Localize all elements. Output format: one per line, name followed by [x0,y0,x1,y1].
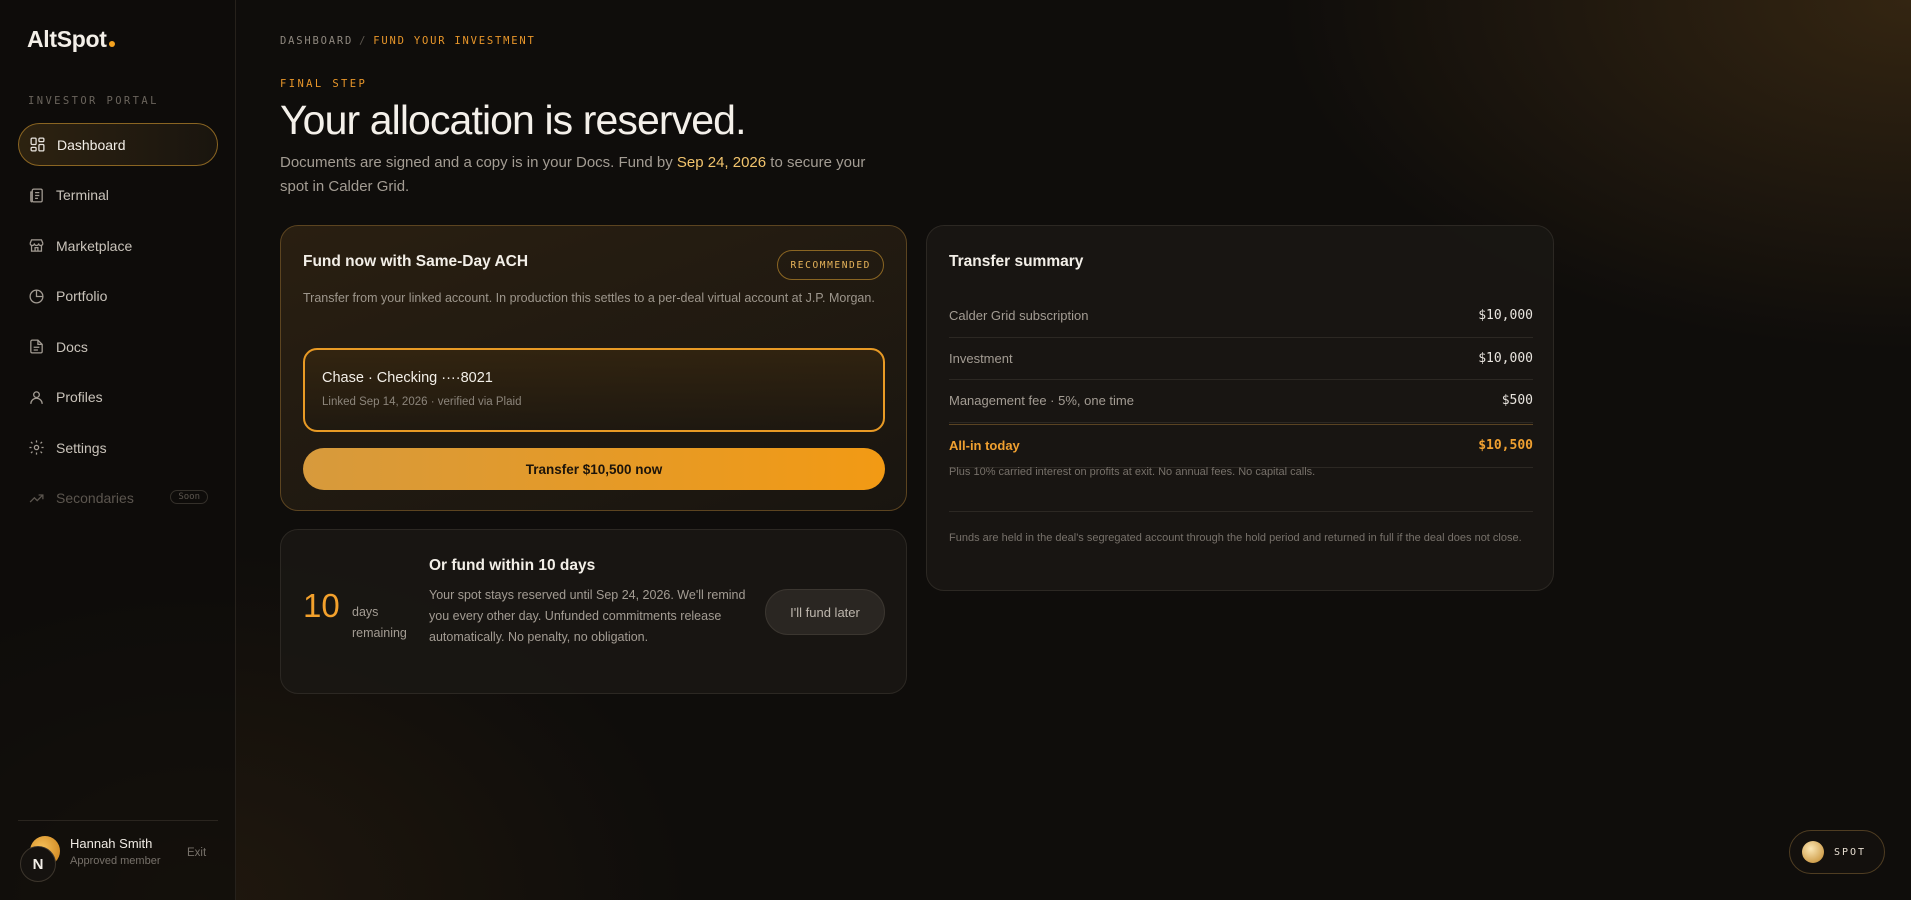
sidebar-item-secondaries: Secondaries Soon [18,477,218,520]
account-meta: Linked Sep 14, 2026 · verified via Plaid [322,396,522,408]
breadcrumb-root[interactable]: DASHBOARD [280,35,353,47]
linked-account-option[interactable]: Chase · Checking ····8021 Linked Sep 14,… [303,348,885,432]
transfer-now-button[interactable]: Transfer $10,500 now [303,448,885,490]
sidebar-item-label: Profiles [56,389,103,405]
sidebar-item-label: Docs [56,338,88,355]
user-icon [30,390,43,404]
summary-row-value: $10,000 [1478,308,1533,324]
fund-later-button[interactable]: I'll fund later [765,589,885,635]
summary-title: Transfer summary [949,253,1084,270]
sidebar-item-label: Dashboard [57,136,126,153]
sidebar-item-settings[interactable]: Settings [18,426,218,469]
transfer-summary-card: Transfer summary Calder Grid subscriptio… [926,225,1554,591]
fund-later-title: Or fund within 10 days [429,557,596,574]
breadcrumb: DASHBOARD / FUND YOUR INVESTMENT [280,35,536,47]
gear-icon [29,440,44,455]
sidebar-item-label: Terminal [56,187,109,203]
user-name: Hannah Smith [70,836,153,851]
sidebar-nav: Dashboard Terminal Marketplace Portfolio… [18,123,218,527]
sidebar-divider [18,820,218,821]
summary-row-value: $500 [1501,393,1533,409]
sidebar-section-label: INVESTOR PORTAL [28,95,159,107]
summary-row-value: $10,000 [1478,350,1533,366]
ach-description: Transfer from your linked account. In pr… [303,291,875,305]
days-remaining-number: 10 [303,587,340,624]
sidebar-item-label: Settings [56,439,107,456]
sidebar-item-label: Secondaries [56,490,134,506]
recommended-badge: RECOMMENDED [777,250,884,280]
breadcrumb-separator: / [359,35,368,47]
user-role: Approved member [70,855,161,867]
exit-button[interactable]: Exit [187,847,206,859]
brand-logo[interactable]: AltSpot [27,26,115,53]
summary-note: Plus 10% carried interest on profits at … [949,466,1316,478]
step-eyebrow: FINAL STEP [280,78,368,90]
logo-dot-icon [108,41,115,47]
fund-later-description: Your spot stays reserved until Sep 24, 2… [429,588,746,644]
summary-row-label: Investment [949,350,1013,366]
dashboard-icon [30,137,45,152]
ach-funding-card: Fund now with Same-Day ACH RECOMMENDED T… [280,225,907,511]
page-subtitle: Documents are signed and a copy is in yo… [280,151,880,199]
summary-row: Management fee · 5%, one time $500 [949,380,1533,423]
pie-chart-icon [29,288,44,304]
sidebar-item-docs[interactable]: Docs [18,325,218,368]
document-icon [30,339,43,354]
summary-footer: Funds are held in the deal's segregated … [949,532,1522,544]
summary-row: Investment $10,000 [949,338,1533,380]
account-name: Chase · Checking ····8021 [322,370,493,386]
summary-row-label: Management fee · 5%, one time [949,393,1134,409]
sidebar-item-terminal[interactable]: Terminal [18,174,218,217]
days-remaining-label: days remaining [352,605,407,640]
brand-name: AltSpot [27,26,107,52]
subtitle-prefix: Documents are signed and a copy is in yo… [280,154,677,171]
spot-label: SPOT [1834,846,1867,858]
summary-divider [949,511,1533,512]
avatar[interactable]: N [20,846,56,882]
spot-widget-button[interactable]: SPOT [1789,830,1885,874]
summary-row-label: Calder Grid subscription [949,308,1089,324]
storefront-icon [29,239,44,252]
summary-row: Calder Grid subscription $10,000 [949,295,1533,338]
sidebar-item-profiles[interactable]: Profiles [18,376,218,419]
soon-badge: Soon [170,489,208,504]
sidebar: AltSpot INVESTOR PORTAL Dashboard Termin… [0,0,236,900]
summary-total-label: All-in today [949,438,1020,453]
breadcrumb-current: FUND YOUR INVESTMENT [373,35,536,47]
summary-total-value: $10,500 [1478,438,1533,453]
summary-rows: Calder Grid subscription $10,000 Investm… [949,295,1533,468]
sidebar-item-dashboard[interactable]: Dashboard [18,123,218,166]
trending-up-icon [29,493,44,502]
summary-total-row: All-in today $10,500 [949,423,1533,468]
fund-later-card: 10 days remaining Or fund within 10 days… [280,529,907,694]
spot-coin-icon [1802,841,1824,863]
terminal-icon [30,187,43,203]
sidebar-item-marketplace[interactable]: Marketplace [18,224,218,267]
ach-card-title: Fund now with Same-Day ACH [303,253,529,270]
sidebar-item-label: Portfolio [56,288,108,304]
sidebar-item-portfolio[interactable]: Portfolio [18,275,218,318]
sidebar-item-label: Marketplace [56,237,133,254]
page-title: Your allocation is reserved. [280,97,746,143]
fund-deadline-date: Sep 24, 2026 [676,154,767,171]
user-profile: N Hannah Smith Approved member Exit [20,836,220,882]
